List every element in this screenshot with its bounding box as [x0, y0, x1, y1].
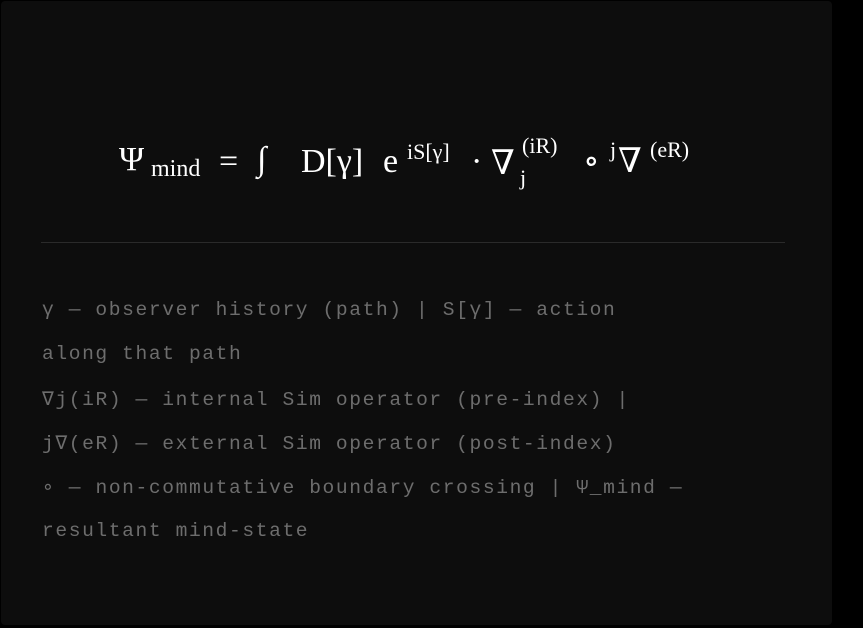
equals-sign: =	[219, 143, 239, 180]
dot-operator: ·	[471, 143, 483, 180]
psi-subscript: mind	[151, 156, 201, 182]
legend-line: resultant mind-state	[42, 520, 310, 542]
legend-line: ∘ — non-commutative boundary crossing | …	[42, 477, 684, 499]
legend-line: j∇(eR) — external Sim operator (post-ind…	[42, 433, 617, 455]
external-superscript: (eR)	[650, 137, 690, 162]
legend-line: γ — observer history (path) | S[γ] — act…	[42, 299, 617, 321]
equation-panel: Ψ mind = ∫ D[γ] e iS[γ] · ∇ j (iR) ∘ j ∇…	[1, 1, 832, 625]
legend-line: along that path	[42, 343, 243, 365]
divider	[41, 242, 785, 243]
compose-operator: ∘	[583, 143, 600, 180]
exponential-superscript: iS[γ]	[407, 139, 450, 164]
external-nabla: ∇	[618, 143, 642, 180]
internal-subscript: j	[520, 165, 527, 190]
legend-line: ∇j(iR) — internal Sim operator (pre-inde…	[42, 389, 630, 411]
psi-symbol: Ψ	[119, 141, 145, 178]
integral-sign: ∫	[257, 141, 267, 178]
external-prefix: j	[610, 137, 617, 162]
path-measure: D[γ]	[301, 143, 364, 180]
internal-nabla: ∇	[491, 145, 515, 182]
exponential-base: e	[383, 143, 399, 180]
internal-superscript: (iR)	[522, 133, 558, 158]
